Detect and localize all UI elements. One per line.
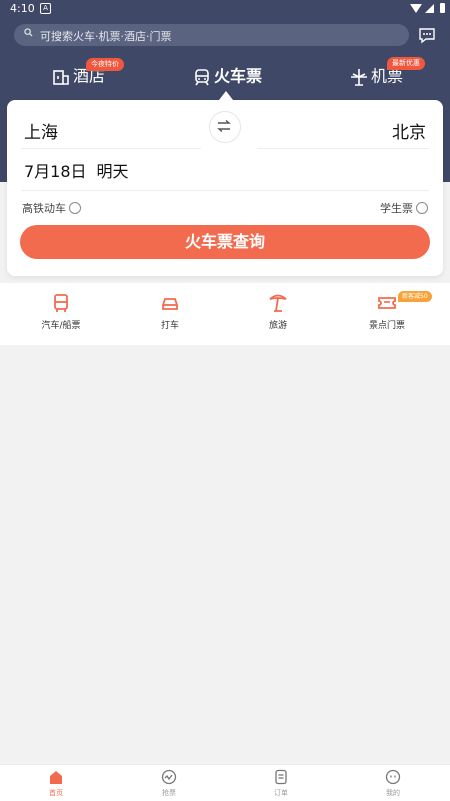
- quick-link-label: 汽车/船票: [41, 321, 81, 331]
- flight-promo-badge: 最新优惠: [387, 57, 425, 70]
- quick-link-taxi[interactable]: 打车: [125, 293, 215, 331]
- nav-home[interactable]: 首页: [26, 769, 86, 798]
- quick-link-travel[interactable]: 旅游: [233, 293, 323, 331]
- date-value: 7月18日: [24, 162, 87, 181]
- nav-label: 订单: [274, 789, 288, 797]
- student-radio[interactable]: [416, 202, 428, 214]
- student-option[interactable]: 学生票: [380, 200, 428, 216]
- attractions-promo-badge: 新客减50: [398, 291, 432, 302]
- divider: [21, 148, 201, 149]
- status-time: 4:10: [10, 2, 35, 15]
- departure-city[interactable]: 上海: [24, 118, 58, 143]
- status-bar: 4:10 A: [0, 0, 450, 18]
- nav-label: 我的: [386, 789, 400, 797]
- quick-link-bus[interactable]: 汽车/船票: [16, 293, 106, 331]
- hotel-promo-badge: 今夜特价: [86, 58, 124, 71]
- plane-icon: [351, 68, 367, 86]
- search-placeholder: 可搜索火车·机票·酒店·门票: [40, 30, 172, 43]
- hotel-icon: [53, 69, 69, 85]
- nav-label: 首页: [49, 789, 63, 797]
- bottom-nav: 首页 抢票 订单 我的: [0, 764, 450, 801]
- active-tab-pointer: [219, 91, 233, 100]
- quick-link-label: 景点门票: [368, 321, 405, 331]
- train-search-button[interactable]: 火车票查询: [20, 225, 430, 259]
- battery-icon: [440, 3, 445, 13]
- signal-icon: [425, 4, 434, 13]
- tab-train[interactable]: 火车票: [193, 64, 262, 88]
- swap-cities-button[interactable]: [209, 111, 241, 143]
- wifi-icon: [410, 4, 422, 13]
- nav-grab-ticket[interactable]: 抢票: [139, 769, 199, 798]
- palm-tree-icon: [269, 294, 287, 312]
- message-icon[interactable]: [418, 26, 436, 44]
- quick-links: 汽车/船票 打车 旅游 景点门票: [0, 283, 450, 345]
- gaotie-label: 高铁动车: [22, 202, 66, 215]
- app-notification-icon: A: [40, 3, 51, 14]
- date-day-label: 明天: [96, 162, 129, 181]
- nav-label: 抢票: [162, 789, 176, 797]
- divider: [257, 148, 429, 149]
- search-bar[interactable]: 可搜索火车·机票·酒店·门票: [14, 24, 409, 46]
- swap-icon: [217, 120, 231, 132]
- profile-icon: [385, 769, 401, 785]
- student-label: 学生票: [380, 202, 413, 215]
- grab-ticket-icon: [161, 769, 177, 785]
- gaotie-radio[interactable]: [69, 202, 81, 214]
- nav-orders[interactable]: 订单: [251, 769, 311, 798]
- tab-train-label: 火车票: [214, 66, 263, 86]
- arrival-city[interactable]: 北京: [392, 118, 426, 143]
- quick-link-label: 打车: [160, 321, 179, 331]
- ticket-icon: [378, 297, 396, 309]
- home-icon: [50, 771, 62, 784]
- bus-icon: [54, 294, 68, 312]
- order-icon: [275, 769, 287, 785]
- train-search-card: 上海 北京 7月18日 明天 高铁动车 学生票 火车票查询: [7, 100, 443, 276]
- departure-date[interactable]: 7月18日 明天: [24, 158, 129, 182]
- gaotie-option[interactable]: 高铁动车: [22, 200, 81, 216]
- nav-profile[interactable]: 我的: [363, 769, 423, 798]
- train-icon: [195, 68, 209, 85]
- search-icon: [24, 28, 33, 37]
- quick-link-label: 旅游: [268, 321, 287, 331]
- divider: [21, 190, 429, 191]
- car-icon: [162, 298, 178, 310]
